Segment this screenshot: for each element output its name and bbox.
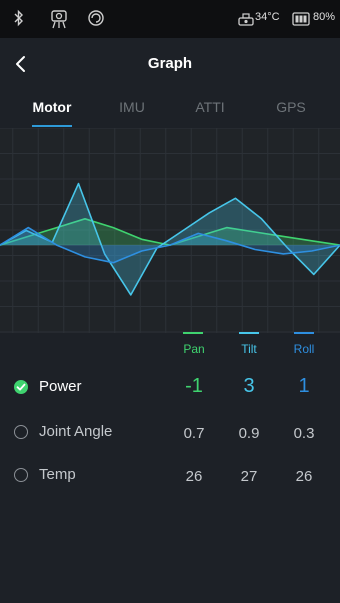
battery-icon [292,11,310,32]
row-power[interactable]: Power -1 3 1 [0,366,340,406]
temp-tilt-value: 27 [240,468,258,485]
temp-pan-value: 26 [185,468,203,485]
device-temp-icon [238,12,254,31]
tab-bar: Motor IMU ATTI GPS [0,90,340,128]
header: Graph [0,38,340,90]
power-radio-checked[interactable] [14,380,28,394]
row-label-power: Power [39,378,82,395]
joint-angle-tilt-value: 0.9 [238,425,260,442]
power-tilt-value: 3 [243,375,255,397]
pan-color-bar [183,332,203,334]
page-title: Graph [147,55,193,72]
tilt-column-header: Tilt [241,342,257,356]
temperature-readout: 34°C [255,11,280,23]
roll-color-bar [294,332,314,334]
row-joint-angle[interactable]: Joint Angle 0.7 0.9 0.3 [0,412,340,452]
tab-gps[interactable]: GPS [256,99,326,115]
active-tab-indicator [32,125,72,127]
joint-angle-radio[interactable] [14,425,28,439]
pan-column-header: Pan [183,342,205,356]
power-roll-value: 1 [298,375,310,397]
row-label-joint-angle: Joint Angle [39,423,113,440]
gimbal-camera-icon [50,9,68,34]
check-icon [16,383,26,391]
battery-level: 80% [313,11,336,23]
row-label-temp: Temp [39,466,76,483]
motor-graph [0,127,340,333]
joint-angle-roll-value: 0.3 [293,425,315,442]
status-bar: 34°C 80% [0,0,340,38]
chart-svg [0,127,340,333]
power-pan-value: -1 [185,375,203,397]
row-temp[interactable]: Temp 26 27 26 [0,455,340,495]
tab-imu[interactable]: IMU [97,99,167,115]
stabilizer-mode-icon [87,9,105,32]
tab-motor[interactable]: Motor [17,99,87,115]
temp-roll-value: 26 [295,468,313,485]
tilt-color-bar [239,332,259,334]
temp-radio[interactable] [14,468,28,482]
roll-column-header: Roll [293,342,315,356]
bluetooth-icon [12,9,26,32]
tab-atti[interactable]: ATTI [175,99,245,115]
joint-angle-pan-value: 0.7 [183,425,205,442]
